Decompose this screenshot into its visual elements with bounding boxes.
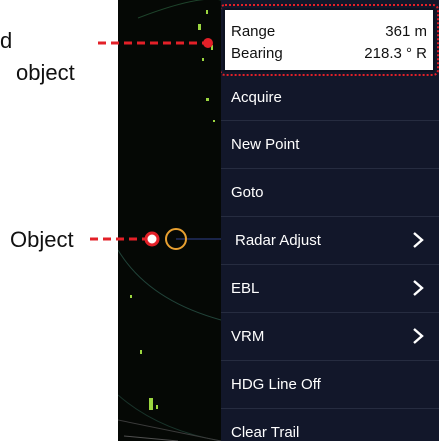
bearing-value: 218.3 ° R bbox=[364, 45, 427, 62]
chevron-right-icon bbox=[413, 232, 424, 248]
menu-item-ebl[interactable]: EBL bbox=[221, 264, 439, 312]
bearing-row: Bearing 218.3 ° R bbox=[231, 45, 427, 65]
context-menu: Range 361 m Bearing 218.3 ° R Acquire Ne… bbox=[221, 0, 439, 441]
radar-view[interactable] bbox=[118, 0, 221, 441]
menu-item-label: New Point bbox=[231, 136, 300, 153]
menu-item-vrm[interactable]: VRM bbox=[221, 312, 439, 360]
menu-item-label: HDG Line Off bbox=[231, 376, 321, 393]
range-label: Range bbox=[231, 23, 276, 40]
menu-item-label: Clear Trail bbox=[231, 424, 300, 441]
range-value: 361 m bbox=[385, 23, 427, 40]
callout-text-top-line2: object bbox=[16, 60, 75, 85]
menu-item-label: Goto bbox=[231, 184, 264, 201]
menu-item-acquire[interactable]: Acquire bbox=[221, 73, 439, 121]
radar-graphics bbox=[118, 0, 221, 441]
callout-text-top-line1: d bbox=[0, 28, 13, 53]
range-bearing-box: Range 361 m Bearing 218.3 ° R bbox=[221, 4, 439, 76]
bearing-label: Bearing bbox=[231, 45, 283, 62]
range-row: Range 361 m bbox=[231, 23, 427, 43]
menu-item-new-point[interactable]: New Point bbox=[221, 120, 439, 168]
menu-item-label: Radar Adjust bbox=[235, 232, 321, 249]
menu-item-label: VRM bbox=[231, 328, 265, 345]
menu-item-radar-adjust[interactable]: Radar Adjust bbox=[221, 216, 439, 264]
chevron-right-icon bbox=[413, 280, 424, 296]
menu-item-label: Acquire bbox=[231, 88, 282, 106]
menu-item-clear-trail[interactable]: Clear Trail bbox=[221, 408, 439, 441]
callout-text-object: Object bbox=[10, 227, 74, 252]
menu-item-hdg-line-off[interactable]: HDG Line Off bbox=[221, 360, 439, 408]
menu-item-goto[interactable]: Goto bbox=[221, 168, 439, 216]
radar-echoes bbox=[130, 10, 215, 410]
menu-item-label: EBL bbox=[231, 280, 260, 297]
chevron-right-icon bbox=[413, 328, 424, 344]
